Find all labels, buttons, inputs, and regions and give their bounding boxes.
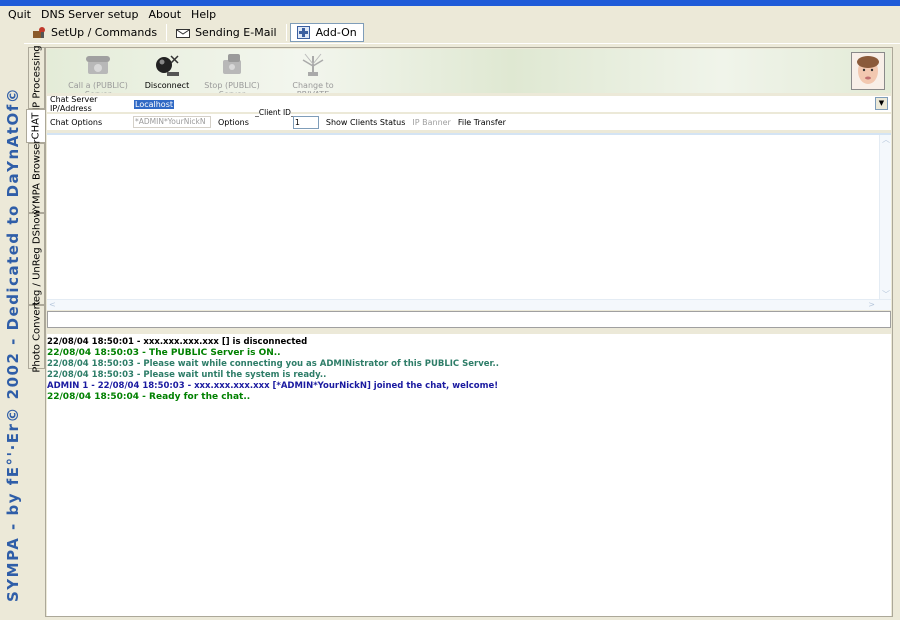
sidebar-banner: SYMPA - by fE°'·Er© 2002 - Dedicated to … [0, 28, 24, 620]
server-address-input[interactable]: Localhost [134, 99, 175, 109]
ip-banner-button[interactable]: IP Banner [412, 118, 450, 127]
menu-about[interactable]: About [144, 8, 187, 21]
menu-quit[interactable]: Quit [3, 8, 36, 21]
svg-text:SYMPA - by fE°'·Er© 2002 - Ded: SYMPA - by fE°'·Er© 2002 - Dedicated to … [4, 87, 22, 602]
server-address-row: Chat Server IP/Address Localhost ▼ [47, 95, 891, 113]
toolbar: SetUp / Commands Sending E-Mail Add-On [0, 22, 900, 44]
call-public-server-label: Call a (PUBLIC) Server [68, 81, 128, 93]
chat-options-label: Chat Options [50, 117, 103, 127]
log-line: 22/08/04 18:50:03 - Please wait until th… [47, 370, 327, 380]
tab-reg-unreg-dshow[interactable]: Reg / UnReg DShow [28, 209, 45, 309]
setup-commands-button[interactable]: SetUp / Commands [26, 23, 163, 42]
disconnect-icon [156, 55, 179, 76]
tab-chat-label: CHAT [30, 112, 42, 140]
add-on-button[interactable]: Add-On [289, 23, 364, 42]
client-id-group: Client ID [254, 108, 293, 128]
tab-photo-convert-label: Photo Convert [31, 301, 42, 373]
avatar [851, 52, 885, 90]
chat-options-row: Chat Options *ADMIN*YourNickN Options Cl… [47, 108, 891, 130]
menu-help[interactable]: Help [186, 8, 221, 21]
add-on-label: Add-On [315, 26, 357, 39]
phone-icon [86, 56, 110, 74]
chat-panel: Call a (PUBLIC) Server Disconnect Stop (… [45, 47, 893, 617]
toolbar-separator [285, 24, 287, 41]
tab-sympa-browser[interactable]: SYMPA Browser [28, 139, 45, 217]
scroll-right-icon[interactable]: > [868, 300, 875, 310]
call-public-server-button[interactable]: Call a (PUBLIC) Server [57, 52, 139, 93]
setup-commands-label: SetUp / Commands [51, 26, 158, 39]
client-id-input[interactable]: 1 [292, 115, 319, 129]
tab-chat[interactable]: CHAT [26, 109, 45, 143]
disconnect-label: Disconnect [144, 81, 190, 90]
scroll-left-icon[interactable]: < [49, 300, 56, 310]
stop-public-server-button[interactable]: Stop (PUBLIC) Server [193, 52, 271, 93]
client-id-label: Client ID [258, 108, 291, 117]
email-icon [176, 26, 191, 39]
tab-sympa-browser-label: SYMPA Browser [31, 139, 42, 217]
file-transfer-button[interactable]: File Transfer [458, 118, 506, 127]
vertical-tab-strip: IP Processing CHAT SYMPA Browser Reg / U… [26, 45, 45, 373]
menu-dns-server-setup[interactable]: DNS Server setup [36, 8, 144, 21]
stop-server-icon [223, 54, 241, 74]
add-on-icon [296, 26, 311, 39]
tab-reg-unreg-dshow-label: Reg / UnReg DShow [31, 209, 42, 309]
disconnect-button[interactable]: Disconnect [143, 52, 191, 90]
menu-bar: Quit DNS Server setup About Help [0, 6, 900, 22]
sending-email-label: Sending E-Mail [195, 26, 277, 39]
server-address-label: Chat Server IP/Address [50, 95, 98, 113]
toolbar-separator [166, 24, 168, 41]
setup-icon [32, 26, 46, 39]
scroll-up-icon[interactable]: ︿ [882, 135, 890, 145]
options-button[interactable]: Options [218, 118, 249, 127]
chevron-down-icon: ▼ [878, 99, 885, 107]
sending-email-button[interactable]: Sending E-Mail [170, 23, 282, 42]
avatar-face-icon [857, 56, 879, 84]
stop-public-server-label: Stop (PUBLIC) Server [204, 81, 260, 93]
chat-message-input[interactable] [47, 311, 891, 328]
server-address-dropdown[interactable]: ▼ [875, 97, 888, 110]
chat-log: 22/08/04 18:50:01 - xxx.xxx.xxx.xxx [] i… [47, 334, 891, 616]
chat-banner: Call a (PUBLIC) Server Disconnect Stop (… [47, 49, 891, 93]
tab-ip-processing-label: IP Processing [31, 45, 42, 111]
sidebar-credit-text: SYMPA - by fE°'·Er© 2002 - Dedicated to … [4, 87, 22, 602]
show-clients-status-button[interactable]: Show Clients Status [326, 118, 406, 127]
log-line: ADMIN 1 - 22/08/04 18:50:03 - xxx.xxx.xx… [47, 381, 499, 391]
log-line: 22/08/04 18:50:03 - The PUBLIC Server is… [47, 348, 281, 358]
change-to-private-label: Change to PRIVATE [292, 81, 334, 93]
log-line: 22/08/04 18:50:03 - Please wait while co… [47, 359, 499, 369]
tab-photo-convert[interactable]: Photo Convert [28, 301, 45, 373]
log-line: 22/08/04 18:50:04 - Ready for the chat.. [47, 392, 251, 402]
tab-ip-processing[interactable]: IP Processing [28, 45, 45, 111]
chat-vertical-scrollbar[interactable]: ︿ ﹀ [879, 135, 891, 300]
change-to-private-button[interactable]: Change to PRIVATE [277, 52, 349, 93]
log-line: 22/08/04 18:50:01 - xxx.xxx.xxx.xxx [] i… [47, 337, 308, 347]
chat-display-area[interactable]: ︿ ﹀ < > [47, 133, 891, 310]
nickname-input[interactable]: *ADMIN*YourNickN [133, 116, 211, 128]
chat-horizontal-scrollbar[interactable]: < > [47, 299, 891, 310]
broadcast-icon [302, 53, 324, 76]
